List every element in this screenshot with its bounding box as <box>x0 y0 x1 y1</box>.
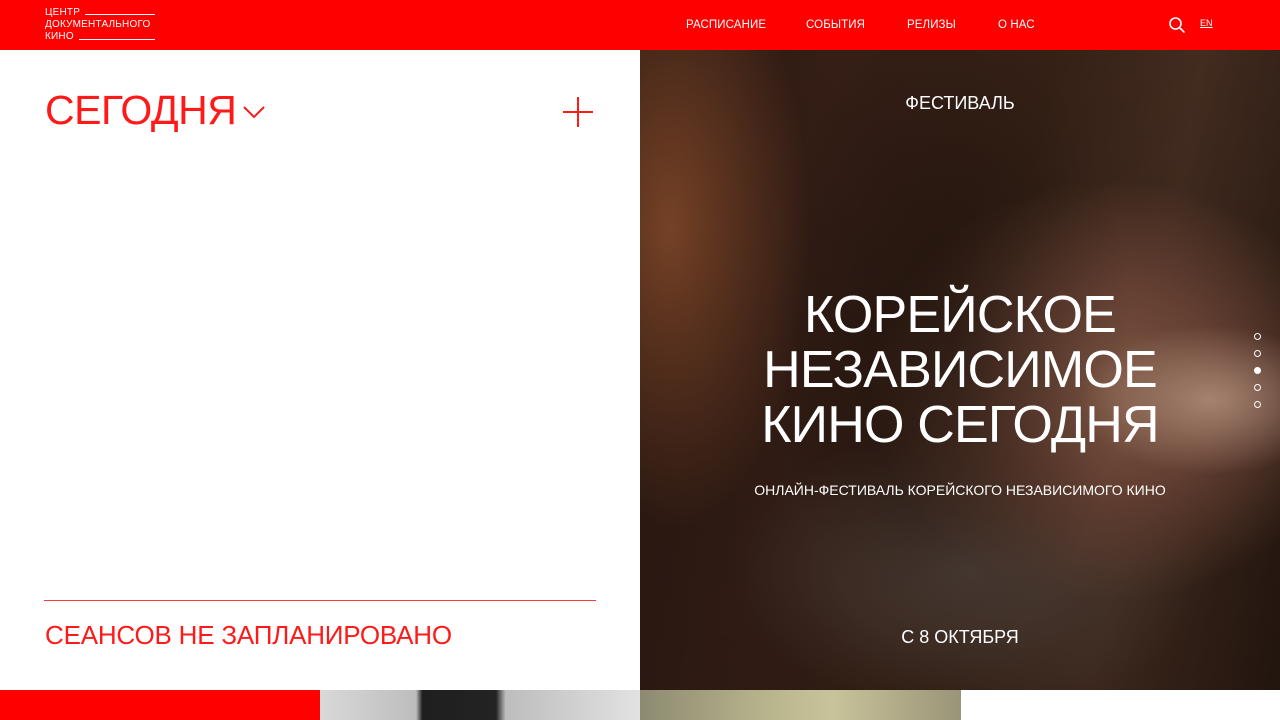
plus-icon[interactable] <box>562 96 594 128</box>
hero-title-line: НЕЗАВИСИМОЕ <box>763 341 1158 399</box>
nav-item-about[interactable]: О НАС <box>998 18 1035 32</box>
logo[interactable]: ЦЕНТР ДОКУМЕНТАЛЬНОГО КИНО <box>45 7 155 43</box>
bottom-tile-4[interactable] <box>961 690 1280 720</box>
language-switch[interactable]: EN <box>1200 18 1213 29</box>
bottom-tile-2[interactable] <box>320 690 640 720</box>
date-label: СЕГОДНЯ <box>45 87 237 133</box>
logo-line-2: ДОКУМЕНТАЛЬНОГО <box>45 19 151 30</box>
date-selector[interactable]: СЕГОДНЯ <box>45 88 266 132</box>
bottom-tile-1[interactable] <box>0 690 320 720</box>
slider-dots <box>1254 333 1262 418</box>
nav-item-schedule[interactable]: РАСПИСАНИЕ <box>686 18 766 32</box>
nav-item-events[interactable]: СОБЫТИЯ <box>806 18 865 32</box>
hero-category: ФЕСТИВАЛЬ <box>905 93 1015 113</box>
divider <box>44 600 596 601</box>
slider-dot[interactable] <box>1254 384 1261 391</box>
slider-dot[interactable] <box>1254 333 1261 340</box>
hero-title-line: КИНО СЕГОДНЯ <box>761 396 1159 454</box>
slider-dot[interactable] <box>1254 401 1261 408</box>
logo-line-1: ЦЕНТР <box>45 7 81 18</box>
logo-line-3: КИНО <box>45 31 74 42</box>
site-header: ЦЕНТР ДОКУМЕНТАЛЬНОГО КИНО РАСПИСАНИЕ СО… <box>0 0 1280 50</box>
hero-subtitle: ОНЛАЙН-ФЕСТИВАЛЬ КОРЕЙСКОГО НЕЗАВИСИМОГО… <box>754 482 1166 498</box>
empty-schedule-message: СЕАНСОВ НЕ ЗАПЛАНИРОВАНО <box>45 620 452 650</box>
hero-title-line: КОРЕЙСКОЕ <box>803 286 1117 344</box>
chevron-down-icon <box>243 106 266 119</box>
bottom-tile-3[interactable] <box>640 690 961 720</box>
schedule-panel: СЕГОДНЯ СЕАНСОВ НЕ ЗАПЛАНИРОВАНО <box>0 50 640 690</box>
hero-date: С 8 ОКТЯБРЯ <box>901 627 1019 647</box>
hero-banner[interactable]: ФЕСТИВАЛЬ КОРЕЙСКОЕ НЕЗАВИСИМОЕ КИНО СЕГ… <box>640 50 1280 690</box>
slider-dot[interactable] <box>1254 367 1261 374</box>
slider-dot[interactable] <box>1254 350 1261 357</box>
search-icon[interactable] <box>1168 16 1186 34</box>
nav-item-releases[interactable]: РЕЛИЗЫ <box>907 18 956 32</box>
hero-title: КОРЕЙСКОЕ НЕЗАВИСИМОЕ КИНО СЕГОДНЯ <box>640 288 1280 453</box>
